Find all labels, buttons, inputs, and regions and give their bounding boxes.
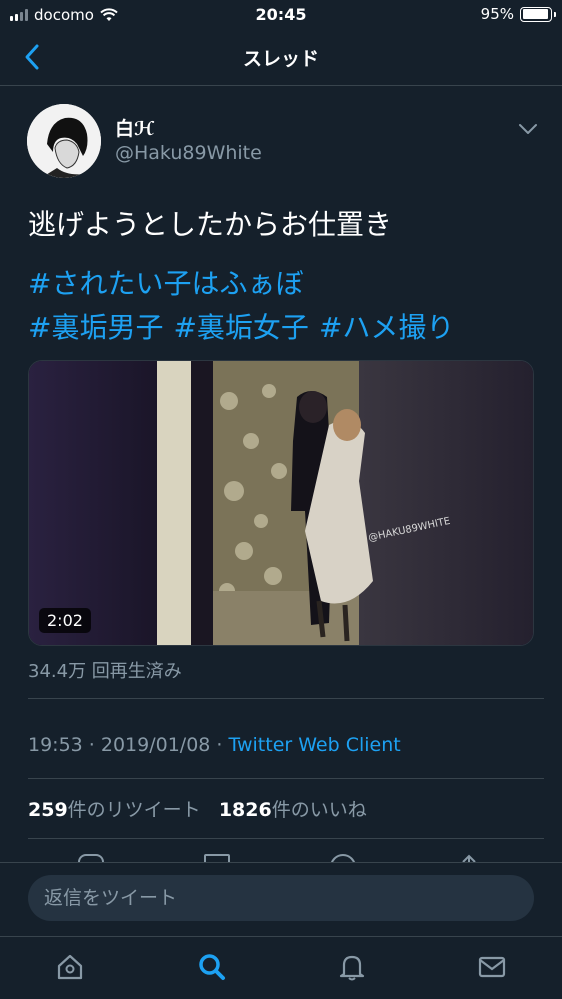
thread-header: スレッド (0, 30, 562, 86)
client-link[interactable]: Twitter Web Client (229, 734, 401, 756)
divider (28, 698, 544, 699)
status-bar: docomo 20:45 95% (0, 0, 562, 30)
search-icon[interactable] (196, 951, 228, 983)
hashtag-link[interactable]: #裏垢女子 (173, 311, 308, 344)
engagement-stats: 259件のリツイート 1826件のいいね (28, 795, 367, 822)
reply-input[interactable] (28, 875, 534, 921)
reply-composer (0, 862, 562, 936)
tweet-timestamp: 19:53 · 2019/01/08 · (28, 734, 229, 756)
tweet-text: 逃げようとしたからお仕置き (28, 208, 393, 241)
battery-icon (520, 6, 556, 22)
hashtag-list: #されたい子はふぁぼ #裏垢男子 #裏垢女子 #ハメ撮り (28, 262, 548, 350)
divider (28, 778, 544, 779)
video-duration-badge: 2:02 (39, 608, 91, 633)
avatar-image (27, 104, 101, 178)
chevron-down-icon[interactable] (516, 120, 540, 138)
view-count: 34.4万 回再生済み (28, 661, 182, 682)
display-name[interactable]: 白ℋ (115, 114, 154, 141)
hashtag-link[interactable]: #されたい子はふぁぼ (28, 267, 303, 300)
likes-stat[interactable]: 1826件のいいね (219, 799, 367, 821)
home-icon[interactable] (54, 951, 86, 983)
video-thumbnail: @HAKU89WHITE (29, 361, 533, 645)
avatar[interactable] (27, 104, 101, 178)
bottom-tab-bar (0, 936, 562, 999)
likes-count: 1826 (218, 799, 272, 821)
clock: 20:45 (255, 5, 307, 24)
hashtag-link[interactable]: #裏垢男子 (28, 311, 163, 344)
retweets-label: 件のリツイート (67, 799, 201, 821)
page-title: スレッド (242, 48, 319, 70)
user-handle[interactable]: @Haku89White (115, 142, 262, 164)
retweets-stat[interactable]: 259件のリツイート (28, 799, 201, 821)
battery-group: 95% (480, 5, 556, 23)
messages-icon[interactable] (476, 951, 508, 983)
divider (28, 838, 544, 839)
tweet-metadata: 19:53 · 2019/01/08 · Twitter Web Client (28, 734, 401, 756)
video-player[interactable]: @HAKU89WHITE 2:02 (28, 360, 534, 646)
hashtag-link[interactable]: #ハメ撮り (319, 311, 454, 344)
retweets-count: 259 (28, 799, 68, 821)
likes-label: 件のいいね (271, 799, 367, 821)
battery-percent: 95% (480, 5, 514, 23)
reply-field-container (28, 875, 534, 921)
notifications-icon[interactable] (336, 951, 368, 983)
